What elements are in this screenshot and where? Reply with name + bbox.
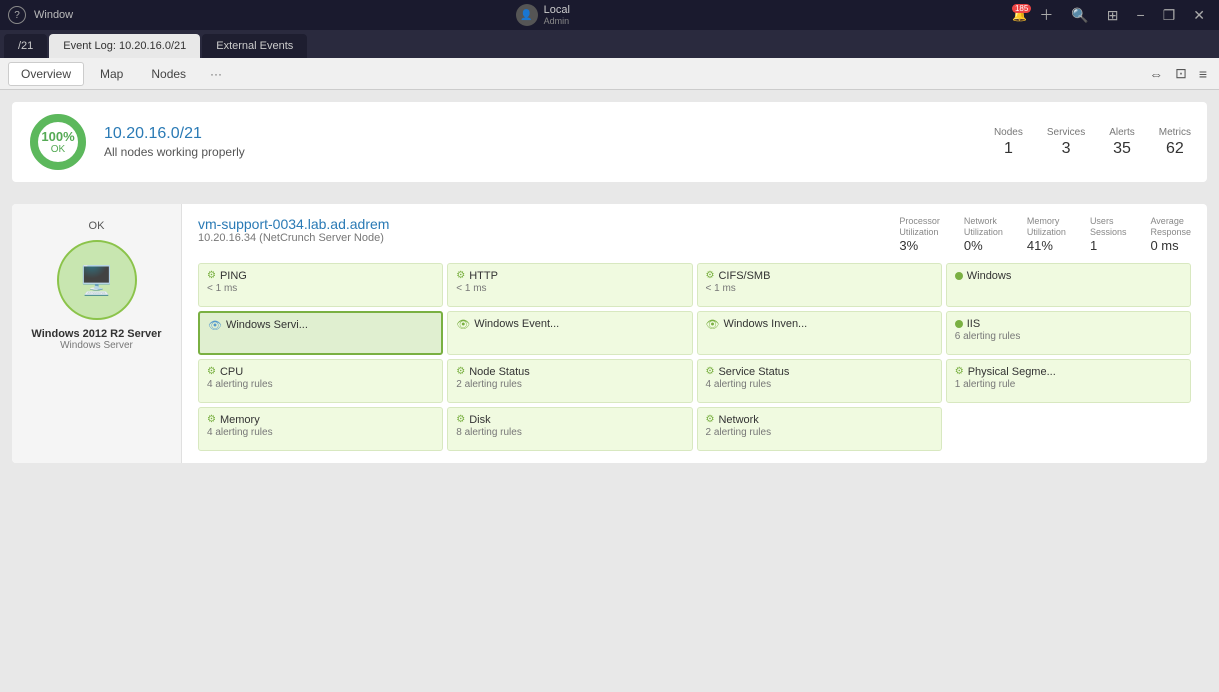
gear-icon: ⚙ (706, 414, 715, 425)
fullscreen-icon[interactable]: ⊡ (1171, 63, 1191, 84)
status-ok-text: All nodes working properly (104, 145, 978, 159)
metric-metrics: Metrics 62 (1159, 127, 1191, 158)
tab-external[interactable]: External Events (202, 34, 307, 58)
nav-more[interactable]: ··· (202, 63, 230, 85)
minimize-button[interactable]: − (1131, 5, 1151, 25)
gear-icon: ⚙ (706, 270, 715, 281)
node-card: OK 🖥️ Windows 2012 R2 Server Windows Ser… (12, 204, 1207, 463)
service-memory[interactable]: ⚙ Memory 4 alerting rules (198, 407, 443, 451)
metrics-row: Nodes 1 Services 3 Alerts 35 Metrics 62 (994, 127, 1191, 158)
node-metric-response: AverageResponse 0 ms (1150, 216, 1191, 253)
eye-icon: 👁 (208, 319, 222, 332)
service-nodestatus[interactable]: ⚙ Node Status 2 alerting rules (447, 359, 692, 403)
node-ip: 10.20.16.34 (NetCrunch Server Node) (198, 232, 389, 244)
service-grid: ⚙ PING < 1 ms ⚙ HTTP < 1 ms ⚙ CIFS/SMB (198, 263, 1191, 451)
tab-main[interactable]: /21 (4, 34, 47, 58)
content-wrapper: 100% OK 10.20.16.0/21 All nodes working … (0, 90, 1219, 692)
gear-icon: ⚙ (207, 366, 216, 377)
gear-icon: ⚙ (955, 366, 964, 377)
service-cpu[interactable]: ⚙ CPU 4 alerting rules (198, 359, 443, 403)
add-button[interactable]: ＋ (1033, 3, 1059, 27)
gear-icon: ⚙ (456, 366, 465, 377)
node-type: Windows Server (60, 340, 133, 351)
node-hostname[interactable]: vm-support-0034.lab.ad.adrem (198, 216, 389, 232)
service-ping[interactable]: ⚙ PING < 1 ms (198, 263, 443, 307)
service-winservi[interactable]: 👁 Windows Servi... (198, 311, 443, 355)
title-bar: ? Window 👤 Local Admin 🔔185 ＋ 🔍 ⊞ − ❐ ✕ (0, 0, 1219, 30)
nav-actions: ⇔ ⊡ ≡ (1145, 63, 1211, 84)
service-cifs[interactable]: ⚙ CIFS/SMB < 1 ms (697, 263, 942, 307)
service-iis[interactable]: IIS 6 alerting rules (946, 311, 1191, 355)
node-status-label: OK (89, 220, 105, 232)
gear-icon: ⚙ (706, 366, 715, 377)
node-metric-processor: ProcessorUtilization 3% (899, 216, 940, 253)
avatar: 👤 (516, 4, 538, 26)
nav-nodes[interactable]: Nodes (139, 63, 198, 85)
gear-icon: ⚙ (207, 414, 216, 425)
notification-badge[interactable]: 🔔185 (1012, 8, 1027, 22)
status-dot (955, 272, 963, 280)
nav-map[interactable]: Map (88, 63, 135, 85)
help-icon[interactable]: ? (8, 6, 26, 24)
tab-bar: /21 Event Log: 10.20.16.0/21 External Ev… (0, 30, 1219, 58)
node-left: OK 🖥️ Windows 2012 R2 Server Windows Ser… (12, 204, 182, 463)
status-info: 10.20.16.0/21 All nodes working properly (104, 125, 978, 159)
service-physicalseg[interactable]: ⚙ Physical Segme... 1 alerting rule (946, 359, 1191, 403)
metric-nodes: Nodes 1 (994, 127, 1023, 158)
title-bar-actions: 🔔185 ＋ 🔍 ⊞ − ❐ ✕ (1012, 3, 1211, 27)
title-bar-left: ? Window (8, 6, 73, 24)
status-dot (955, 320, 963, 328)
service-network[interactable]: ⚙ Network 2 alerting rules (697, 407, 942, 451)
node-metric-memory: MemoryUtilization 41% (1027, 216, 1066, 253)
service-wininven[interactable]: 👁 Windows Inven... (697, 311, 942, 355)
service-http[interactable]: ⚙ HTTP < 1 ms (447, 263, 692, 307)
user-details: Local Admin (544, 5, 570, 26)
maximize-button[interactable]: ❐ (1157, 5, 1182, 26)
node-metrics-row: ProcessorUtilization 3% NetworkUtilizati… (899, 216, 1191, 253)
menu-icon[interactable]: ≡ (1195, 63, 1211, 84)
gear-icon: ⚙ (207, 270, 216, 281)
eye-icon: 👁 (706, 318, 720, 331)
eye-icon: 👁 (456, 318, 470, 331)
status-bar: 100% OK 10.20.16.0/21 All nodes working … (12, 102, 1207, 182)
node-name: Windows 2012 R2 Server (31, 328, 161, 340)
nav-overview[interactable]: Overview (8, 62, 84, 86)
node-right: vm-support-0034.lab.ad.adrem 10.20.16.34… (182, 204, 1207, 463)
user-info: 👤 Local Admin (516, 4, 570, 26)
network-title: 10.20.16.0/21 (104, 125, 978, 143)
search-button[interactable]: 🔍 (1065, 5, 1094, 26)
service-windows[interactable]: Windows (946, 263, 1191, 307)
window-title: Window (34, 9, 73, 21)
service-winevent[interactable]: 👁 Windows Event... (447, 311, 692, 355)
gear-icon: ⚙ (456, 270, 465, 281)
notification-count: 185 (1012, 4, 1031, 13)
secondary-nav: Overview Map Nodes ··· ⇔ ⊡ ≡ (0, 58, 1219, 90)
service-disk[interactable]: ⚙ Disk 8 alerting rules (447, 407, 692, 451)
close-button[interactable]: ✕ (1187, 5, 1211, 26)
metric-alerts: Alerts 35 (1109, 127, 1135, 158)
node-metric-users: UsersSessions 1 (1090, 216, 1127, 253)
grid-button[interactable]: ⊞ (1101, 5, 1125, 26)
node-image: 🖥️ (57, 240, 137, 320)
expand-icon[interactable]: ⇔ (1145, 63, 1167, 84)
gear-icon: ⚙ (456, 414, 465, 425)
server-icon: 🖥️ (79, 264, 114, 297)
tab-eventlog[interactable]: Event Log: 10.20.16.0/21 (49, 34, 200, 58)
service-servicestatus[interactable]: ⚙ Service Status 4 alerting rules (697, 359, 942, 403)
metric-services: Services 3 (1047, 127, 1085, 158)
node-metric-network: NetworkUtilization 0% (964, 216, 1003, 253)
donut-chart: 100% OK (28, 112, 88, 172)
service-placeholder (946, 407, 1191, 451)
node-header: vm-support-0034.lab.ad.adrem 10.20.16.34… (198, 216, 1191, 253)
